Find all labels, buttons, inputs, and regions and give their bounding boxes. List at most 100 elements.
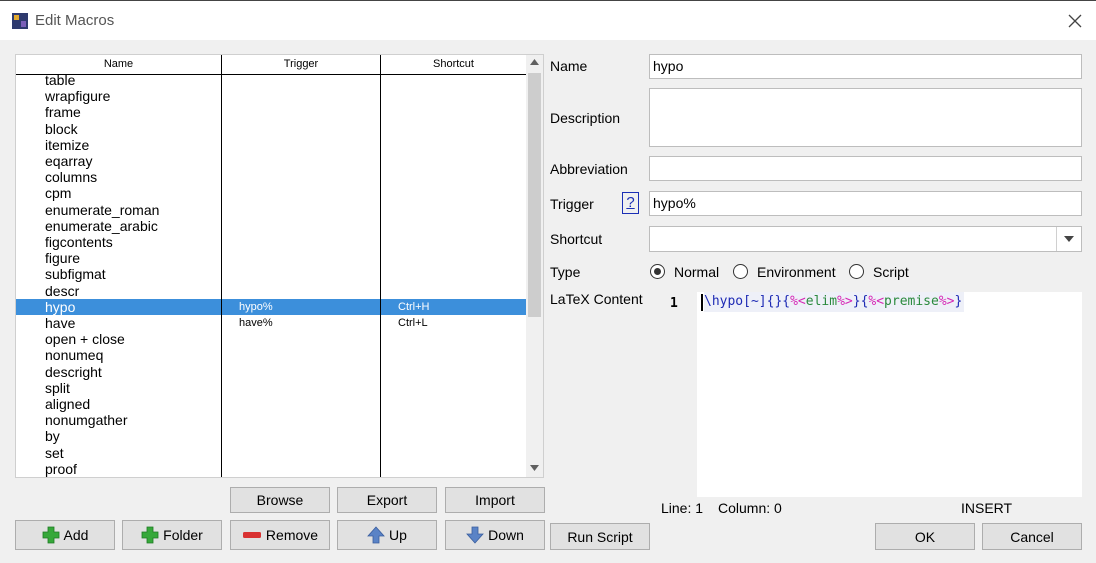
list-item[interactable]: set <box>16 445 526 461</box>
run-script-label: Run Script <box>567 528 633 545</box>
code-line: \hypo[~]{}{%<elim%>}{%<premise%>} <box>704 292 965 312</box>
list-item[interactable]: eqarray <box>16 153 526 169</box>
type-normal-label[interactable]: Normal <box>674 264 719 280</box>
list-item[interactable]: itemize <box>16 137 526 153</box>
list-item[interactable]: wrapfigure <box>16 88 526 104</box>
trigger-label: Trigger <box>550 196 594 212</box>
arrow-up-icon <box>367 526 385 544</box>
add-button[interactable]: Add <box>15 520 115 550</box>
trigger-help-button[interactable]: ? <box>622 192 639 214</box>
chevron-down-icon <box>1064 236 1074 242</box>
type-environment-label[interactable]: Environment <box>757 264 836 280</box>
list-item[interactable]: aligned <box>16 396 526 412</box>
list-item[interactable]: subfigmat <box>16 266 526 282</box>
list-item[interactable]: descr <box>16 283 526 299</box>
macro-name: columns <box>45 169 98 186</box>
list-item[interactable]: split <box>16 380 526 396</box>
abbreviation-field[interactable] <box>649 156 1082 181</box>
macro-name: subfigmat <box>45 266 106 283</box>
description-label: Description <box>550 110 621 126</box>
list-item[interactable]: frame <box>16 104 526 120</box>
list-item[interactable]: open + close <box>16 331 526 347</box>
trigger-field[interactable]: hypo% <box>649 191 1082 216</box>
list-item[interactable]: nonumgather <box>16 412 526 428</box>
list-item[interactable]: nonumeq <box>16 347 526 363</box>
shortcut-combo[interactable] <box>649 226 1082 252</box>
column-divider <box>380 55 381 477</box>
macro-name: block <box>45 120 78 137</box>
title-bar: Edit Macros <box>0 0 1096 40</box>
code-token: {} <box>766 294 783 309</box>
code-token: %< <box>868 294 885 309</box>
status-mode: INSERT <box>961 500 1013 516</box>
code-token: premise <box>884 294 939 309</box>
remove-label: Remove <box>265 527 319 543</box>
list-item[interactable]: by <box>16 428 526 444</box>
down-button[interactable]: Down <box>445 520 545 550</box>
list-item[interactable]: have have% Ctrl+L <box>16 315 526 331</box>
macro-shortcut: Ctrl+H <box>398 300 430 313</box>
remove-button[interactable]: Remove <box>230 520 330 550</box>
status-column: Column: 0 <box>718 500 782 516</box>
type-script-label[interactable]: Script <box>873 264 909 280</box>
arrow-down-icon <box>466 526 484 544</box>
export-label: Export <box>366 492 408 508</box>
list-item[interactable]: hypo hypo% Ctrl+H <box>16 298 526 315</box>
scroll-down-icon[interactable] <box>530 465 539 471</box>
shortcut-dropdown-button[interactable] <box>1056 227 1081 251</box>
list-item[interactable]: proof <box>16 461 526 477</box>
list-item[interactable]: enumerate_roman <box>16 202 526 218</box>
code-token: elim <box>805 294 838 309</box>
import-label: Import <box>475 492 515 508</box>
type-normal-radio[interactable] <box>650 264 665 279</box>
list-item[interactable]: block <box>16 121 526 137</box>
macro-name: have <box>45 315 76 331</box>
macro-name: table <box>45 72 76 88</box>
list-item[interactable]: cpm <box>16 185 526 201</box>
folder-button[interactable]: Folder <box>122 520 222 550</box>
name-field[interactable]: hypo <box>649 54 1082 79</box>
list-item[interactable]: figcontents <box>16 234 526 250</box>
scroll-up-icon[interactable] <box>530 59 539 65</box>
close-button[interactable] <box>1062 9 1088 33</box>
window-title: Edit Macros <box>35 12 115 29</box>
list-scrollbar[interactable] <box>526 55 543 477</box>
macro-name: nonumgather <box>45 412 128 429</box>
macro-name: set <box>45 444 64 461</box>
ok-button[interactable]: OK <box>875 523 975 550</box>
cancel-button[interactable]: Cancel <box>982 523 1082 550</box>
column-divider <box>221 55 222 477</box>
cancel-label: Cancel <box>1010 528 1054 545</box>
import-button[interactable]: Import <box>445 487 545 513</box>
up-button[interactable]: Up <box>337 520 437 550</box>
list-item[interactable]: figure <box>16 250 526 266</box>
run-script-button[interactable]: Run Script <box>550 523 650 550</box>
app-icon <box>12 13 28 29</box>
macro-name: aligned <box>45 396 91 412</box>
list-item[interactable]: descright <box>16 364 526 380</box>
list-item[interactable]: enumerate_arabic <box>16 218 526 234</box>
macro-name: wrapfigure <box>45 88 111 105</box>
code-token: [~] <box>743 294 767 309</box>
macro-name: open + close <box>45 331 125 348</box>
description-field[interactable] <box>649 88 1082 147</box>
latex-editor[interactable]: \hypo[~]{}{%<elim%>}{%<premise%>} <box>697 292 1082 497</box>
minus-icon <box>242 532 261 538</box>
macro-name: figcontents <box>45 234 113 250</box>
code-token: %> <box>837 294 853 309</box>
type-script-radio[interactable] <box>849 264 864 279</box>
code-token: %< <box>790 294 806 309</box>
macro-name: split <box>45 379 70 396</box>
scroll-thumb[interactable] <box>528 73 541 317</box>
list-item[interactable]: columns <box>16 169 526 185</box>
macro-name: eqarray <box>45 153 93 169</box>
browse-button[interactable]: Browse <box>230 487 330 513</box>
text-cursor <box>701 294 703 311</box>
code-token: %> <box>938 294 955 309</box>
export-button[interactable]: Export <box>337 487 437 513</box>
type-environment-radio[interactable] <box>733 264 748 279</box>
list-item[interactable]: table <box>16 72 526 88</box>
macro-name: figure <box>45 250 81 267</box>
macro-list[interactable]: Name Trigger Shortcut table wrapfigure fra… <box>15 54 544 478</box>
macro-name: enumerate_arabic <box>45 217 158 234</box>
